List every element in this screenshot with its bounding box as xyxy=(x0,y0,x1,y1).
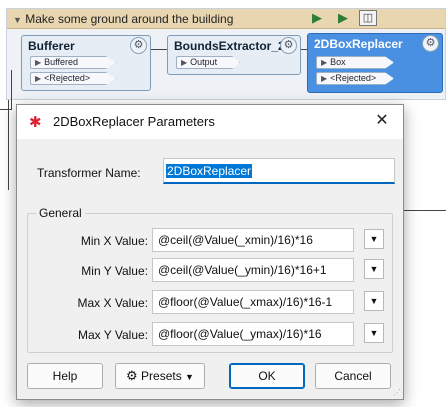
resize-grip-icon[interactable]: ⋰ xyxy=(393,388,401,397)
transformer-title: Bufferer xyxy=(28,39,75,53)
transformer-name-value: 2DBoxReplacer xyxy=(166,164,253,178)
port-triangle-icon: ▶ xyxy=(35,74,42,83)
group-label: General xyxy=(36,206,85,220)
param-row-max-x: Max X Value: @floor(@Value(_xmax)/16)*16… xyxy=(28,290,394,316)
port-triangle-icon: ▶ xyxy=(35,58,42,67)
presets-button[interactable]: ⚙ Presets ▼ xyxy=(115,363,205,389)
run-from-here-icon[interactable]: ▶︎ xyxy=(307,9,327,27)
help-button[interactable]: Help xyxy=(27,363,103,389)
transformer-title: 2DBoxReplacer xyxy=(314,37,403,51)
min-y-input[interactable]: @ceil(@Value(_ymin)/16)*16+1 xyxy=(152,258,354,282)
bookmark[interactable]: ▼ Make some ground around the building ▶… xyxy=(6,8,446,100)
gear-icon[interactable]: ⚙ xyxy=(422,35,439,52)
param-label: Min X Value: xyxy=(80,234,148,248)
bookmark-header[interactable]: ▼ Make some ground around the building ▶… xyxy=(7,9,445,29)
connection-line[interactable] xyxy=(404,210,446,211)
bookmark-toolbar: ▶︎ ▶︎ ◫ xyxy=(307,9,377,27)
max-x-input[interactable]: @floor(@Value(_xmax)/16)*16-1 xyxy=(152,290,354,314)
min-x-input[interactable]: @ceil(@Value(_xmin)/16)*16 xyxy=(152,228,354,252)
transformer-boundsextractor[interactable]: BoundsExtractor_2 ⚙ ▶ Output xyxy=(167,35,301,75)
output-port-box[interactable]: ▶ Box xyxy=(316,56,394,69)
output-port-output[interactable]: ▶ Output xyxy=(176,56,240,69)
transformer-name-row: Transformer Name: 2DBoxReplacer xyxy=(29,153,395,191)
bookmark-view-icon[interactable]: ◫ xyxy=(359,10,377,26)
param-row-min-x: Min X Value: @ceil(@Value(_xmin)/16)*16 … xyxy=(28,228,394,254)
chevron-down-icon[interactable]: ▼ xyxy=(364,291,384,311)
port-triangle-icon: ▶ xyxy=(321,58,328,67)
chevron-down-icon[interactable]: ▼ xyxy=(364,259,384,279)
output-port-rejected[interactable]: ▶ <Rejected> xyxy=(30,72,116,85)
chevron-down-icon[interactable]: ▼ xyxy=(364,229,384,249)
output-port-rejected[interactable]: ▶ <Rejected> xyxy=(316,72,394,85)
param-row-min-y: Min Y Value: @ceil(@Value(_ymin)/16)*16+… xyxy=(28,258,394,284)
close-button[interactable]: ✕ xyxy=(371,111,393,131)
dialog-titlebar[interactable]: ✱ 2DBoxReplacer Parameters ✕ xyxy=(17,105,403,139)
connection-line[interactable] xyxy=(301,49,307,50)
chevron-down-icon[interactable]: ▼ xyxy=(364,323,384,343)
transformer-title: BoundsExtractor_2 xyxy=(174,39,285,53)
transformer-2dboxreplacer[interactable]: 2DBoxReplacer ⚙ ▶ Box ▶ <Rejected> xyxy=(307,33,443,93)
param-label: Max X Value: xyxy=(77,296,148,310)
transformer-bufferer[interactable]: Bufferer ⚙ ▶ Buffered ▶ <Rejected> xyxy=(21,35,151,91)
port-triangle-icon: ▶ xyxy=(321,74,328,83)
transformer-name-label: Transformer Name: xyxy=(37,166,141,180)
dialog-title: 2DBoxReplacer Parameters xyxy=(53,114,215,129)
parameters-dialog: ✱ 2DBoxReplacer Parameters ✕ Transformer… xyxy=(16,104,404,400)
presets-icon: ⚙ xyxy=(126,368,138,383)
gear-icon[interactable]: ⚙ xyxy=(130,37,147,54)
transformer-wrench-icon: ✱ xyxy=(29,114,42,131)
connection-line[interactable] xyxy=(151,49,167,50)
run-to-here-icon[interactable]: ▶︎ xyxy=(333,9,353,27)
collapse-triangle-icon[interactable]: ▼ xyxy=(13,15,22,25)
port-triangle-icon: ▶ xyxy=(181,58,188,67)
transformer-name-input[interactable]: 2DBoxReplacer xyxy=(163,158,395,184)
param-label: Max Y Value: xyxy=(77,328,148,342)
bookmark-title: ▼ Make some ground around the building xyxy=(13,12,234,26)
param-row-max-y: Max Y Value: @floor(@Value(_ymax)/16)*16… xyxy=(28,322,394,348)
general-group: General Min X Value: @ceil(@Value(_xmin)… xyxy=(27,206,394,353)
gear-icon[interactable]: ⚙ xyxy=(280,37,297,54)
cancel-button[interactable]: Cancel xyxy=(315,363,391,389)
ok-button[interactable]: OK xyxy=(229,363,305,389)
output-port-buffered[interactable]: ▶ Buffered xyxy=(30,56,116,69)
param-label: Min Y Value: xyxy=(81,264,148,278)
max-y-input[interactable]: @floor(@Value(_ymax)/16)*16 xyxy=(152,322,354,346)
chevron-down-icon: ▼ xyxy=(185,372,194,382)
